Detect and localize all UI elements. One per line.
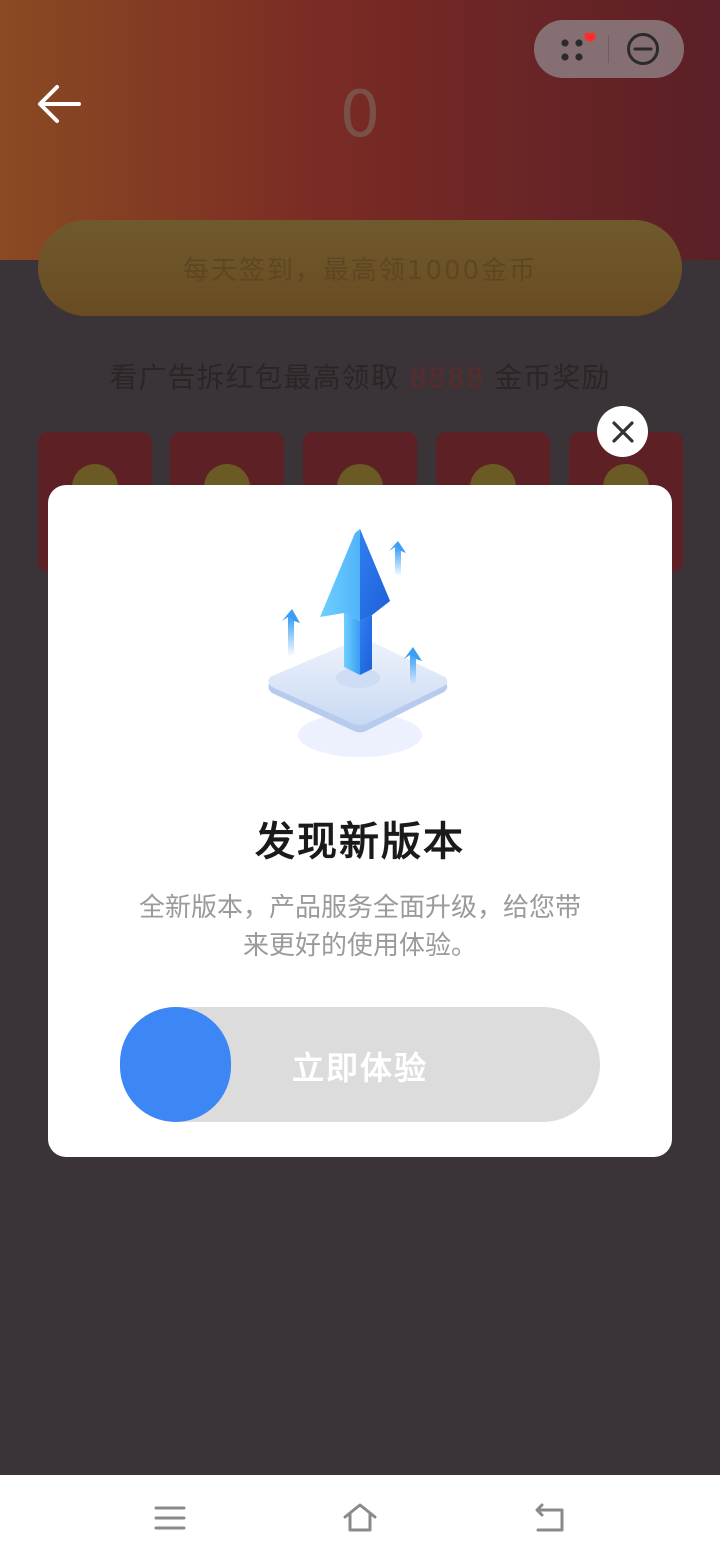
dialog-title: 发现新版本: [255, 819, 465, 865]
update-dialog: 发现新版本 全新版本，产品服务全面升级，给您带来更好的使用体验。 立即体验: [48, 485, 672, 1157]
mini-program-capsule: [534, 20, 684, 78]
sign-in-banner[interactable]: 每天签到，最高领1000金币: [38, 220, 682, 316]
ad-prefix: 看广告拆红包最高领取: [109, 361, 410, 394]
dialog-description: 全新版本，产品服务全面升级，给您带来更好的使用体验。: [138, 893, 581, 961]
experience-now-slider[interactable]: 立即体验: [120, 1007, 600, 1122]
close-icon: [611, 420, 634, 443]
close-dialog-button[interactable]: [597, 406, 648, 457]
arrow-left-icon: [38, 85, 81, 123]
dots-icon: [561, 30, 596, 61]
ad-suffix: 金币奖励: [484, 361, 611, 394]
sign-in-text: 每天签到，最高领1000金币: [182, 256, 538, 286]
capsule-divider: [608, 35, 609, 63]
back-button[interactable]: [30, 78, 88, 130]
minus-circle-icon: [627, 33, 659, 65]
minimize-button[interactable]: [626, 32, 660, 66]
ad-amount: 8888: [409, 361, 485, 394]
slider-knob[interactable]: [120, 1007, 231, 1122]
app-screen: 0 每天签到，最高领1000金币 看广告拆红包最高领取 8888 金币奖励 发现…: [0, 0, 720, 1475]
menu-icon[interactable]: [153, 1501, 187, 1535]
coin-counter: 0: [339, 78, 381, 152]
ad-reward-line: 看广告拆红包最高领取 8888 金币奖励: [0, 356, 720, 396]
more-button[interactable]: [556, 30, 596, 65]
return-icon[interactable]: [532, 1501, 566, 1535]
system-nav-bar: [0, 1475, 720, 1560]
upgrade-arrow-icon: [268, 529, 448, 757]
home-icon[interactable]: [343, 1501, 377, 1535]
notification-dot: [584, 30, 596, 42]
